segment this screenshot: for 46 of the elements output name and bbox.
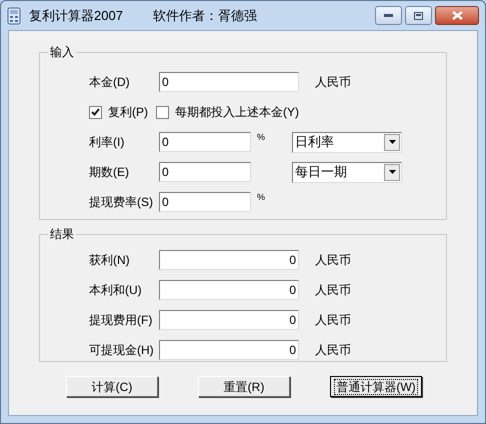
group-title: 输入: [48, 44, 76, 60]
unit-label: 人民币: [315, 342, 351, 359]
dropdown[interactable]: 日利率: [292, 132, 402, 152]
calculator-icon: [7, 6, 21, 24]
minimize-icon: [384, 14, 393, 17]
unit-label: %: [257, 191, 266, 204]
input-field[interactable]: 0: [159, 340, 299, 360]
field-label: 本金(D): [89, 74, 131, 91]
button[interactable]: 重置(R): [198, 376, 290, 397]
check-icon: [91, 108, 100, 116]
caret-icon: [388, 140, 396, 144]
input-field[interactable]: 0: [159, 280, 299, 300]
group-title: 结果: [48, 226, 76, 242]
close-icon: [452, 11, 462, 20]
button[interactable]: 普通计算器(W): [330, 376, 422, 397]
checkbox[interactable]: 每期都投入上述本金(Y): [156, 103, 299, 121]
field-label: 期数(E): [89, 164, 130, 181]
window-title: 复利计算器2007: [29, 6, 123, 25]
dropdown-button[interactable]: [384, 134, 400, 150]
unit-label: %: [257, 131, 266, 144]
caret-icon: [388, 170, 396, 174]
maximize-button[interactable]: [405, 6, 432, 25]
input-field[interactable]: 0: [159, 72, 299, 92]
field-label: 可提现金(H): [89, 342, 155, 359]
input-field[interactable]: 0: [159, 132, 251, 152]
button[interactable]: 计算(C): [66, 376, 158, 397]
unit-label: 人民币: [315, 252, 351, 269]
maximize-icon: [414, 12, 423, 20]
field-label: 提现费率(S): [89, 194, 154, 211]
field-label: 本利和(U): [89, 282, 143, 299]
dropdown[interactable]: 每日一期: [292, 162, 402, 182]
minimize-button[interactable]: [375, 6, 402, 25]
field-label: 获利(N): [89, 252, 131, 269]
checkbox[interactable]: 复利(P): [89, 103, 148, 121]
field-label: 提现费用(F): [89, 312, 154, 329]
unit-label: 人民币: [315, 282, 351, 299]
input-field[interactable]: 0: [159, 192, 251, 212]
close-button[interactable]: [435, 6, 479, 25]
unit-label: 人民币: [315, 312, 351, 329]
input-field[interactable]: 0: [159, 310, 299, 330]
field-label: 利率(I): [89, 134, 126, 151]
unit-label: 人民币: [315, 74, 351, 91]
author-text: 软件作者：胥德强: [152, 6, 257, 25]
dropdown-button[interactable]: [384, 164, 400, 180]
input-field[interactable]: 0: [159, 162, 251, 182]
input-field[interactable]: 0: [159, 250, 299, 270]
